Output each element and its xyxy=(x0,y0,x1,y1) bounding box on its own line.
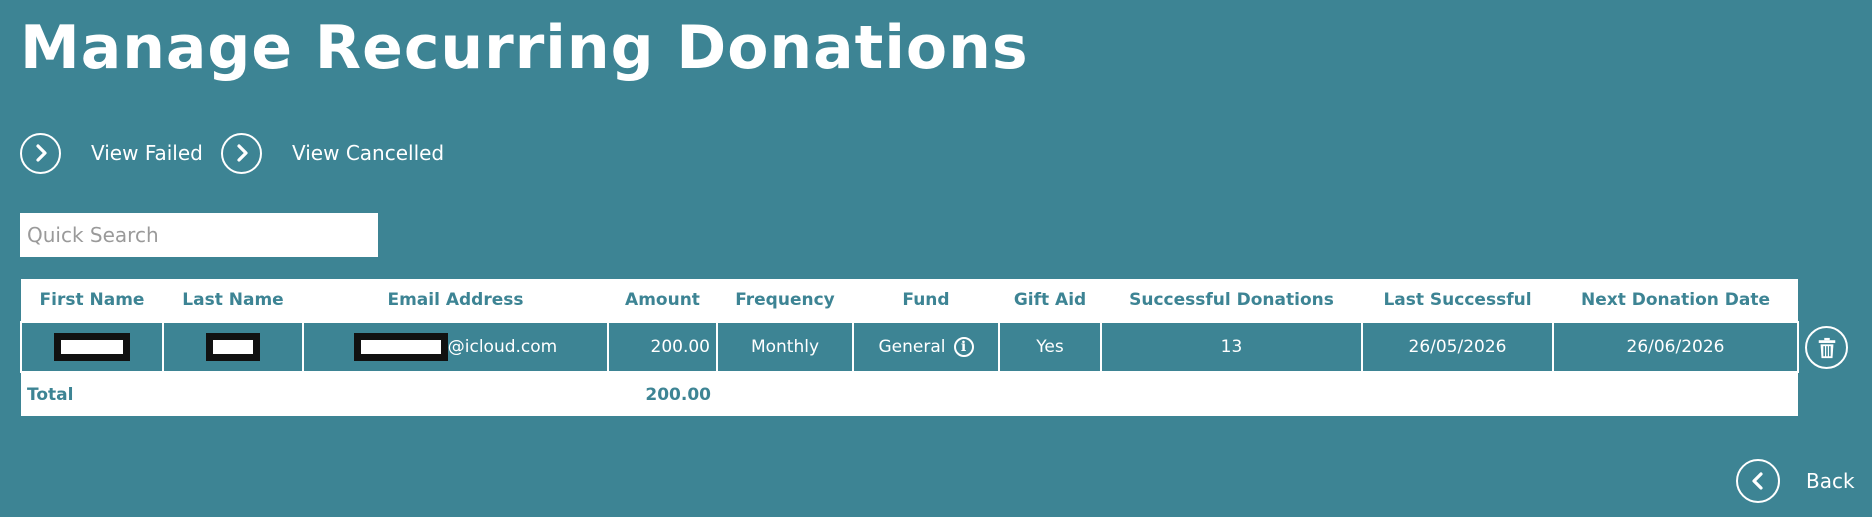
header-last-name[interactable]: Last Name xyxy=(163,279,303,322)
next-donation-date-cell: 26/06/2026 xyxy=(1552,321,1799,373)
header-successful-donations[interactable]: Successful Donations xyxy=(1101,279,1362,322)
header-first-name[interactable]: First Name xyxy=(21,279,163,322)
view-failed-link[interactable]: View Failed xyxy=(20,130,203,176)
delete-button[interactable] xyxy=(1805,326,1848,369)
quick-search-input[interactable] xyxy=(20,213,378,257)
last-name-cell xyxy=(162,321,303,373)
fund-label: General xyxy=(878,337,946,357)
email-domain: @icloud.com xyxy=(447,337,558,357)
header-frequency[interactable]: Frequency xyxy=(717,279,853,322)
chevron-left-icon[interactable] xyxy=(1736,459,1780,503)
redacted-email-user xyxy=(353,333,448,361)
info-icon[interactable]: i xyxy=(953,337,974,357)
header-amount[interactable]: Amount xyxy=(608,279,717,322)
header-next-donation-date[interactable]: Next Donation Date xyxy=(1553,279,1798,322)
back-label[interactable]: Back xyxy=(1806,469,1855,493)
frequency-cell: Monthly xyxy=(716,321,853,373)
view-cancelled-label[interactable]: View Cancelled xyxy=(292,141,444,165)
chevron-right-icon[interactable] xyxy=(221,132,262,174)
fund-cell: General i xyxy=(852,321,999,373)
header-last-successful[interactable]: Last Successful xyxy=(1362,279,1553,322)
view-cancelled-link[interactable]: View Cancelled xyxy=(221,130,444,176)
table-row[interactable]: @icloud.com 200.00 Monthly General i Yes … xyxy=(20,321,1799,373)
amount-cell: 200.00 xyxy=(607,321,717,373)
table-header-row: First Name Last Name Email Address Amoun… xyxy=(21,279,1798,322)
page-title: Manage Recurring Donations xyxy=(20,13,1029,83)
header-gift-aid[interactable]: Gift Aid xyxy=(999,279,1101,322)
successful-donations-cell: 13 xyxy=(1100,321,1362,373)
donations-table: First Name Last Name Email Address Amoun… xyxy=(20,279,1799,416)
redacted-last-name xyxy=(206,333,260,361)
gift-aid-cell: Yes xyxy=(998,321,1101,373)
redacted-first-name xyxy=(54,333,130,361)
header-fund[interactable]: Fund xyxy=(853,279,999,322)
chevron-right-icon[interactable] xyxy=(20,132,61,174)
total-label: Total xyxy=(27,384,74,405)
back-link[interactable]: Back xyxy=(1736,459,1855,503)
view-failed-label[interactable]: View Failed xyxy=(91,141,203,165)
header-email[interactable]: Email Address xyxy=(303,279,608,322)
last-successful-cell: 26/05/2026 xyxy=(1361,321,1553,373)
email-cell: @icloud.com xyxy=(302,321,608,373)
first-name-cell xyxy=(20,321,163,373)
total-amount: 200.00 xyxy=(645,384,711,405)
trash-icon xyxy=(1818,337,1835,358)
total-row: Total 200.00 xyxy=(21,372,1798,416)
